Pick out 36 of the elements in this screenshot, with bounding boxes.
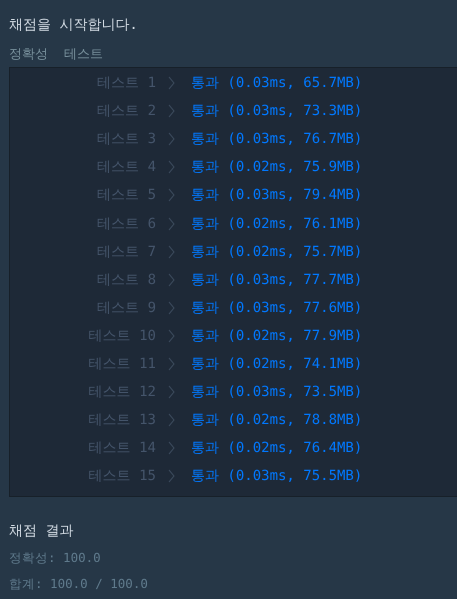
chevron-icon [168, 413, 175, 428]
test-result: 통과 (0.03ms, 73.3MB) [191, 102, 362, 120]
chevron-icon [168, 188, 175, 202]
test-result: 통과 (0.02ms, 76.4MB) [191, 439, 362, 458]
summary-line: 합계: 100.0 / 100.0 [9, 575, 149, 594]
test-result: 통과 (0.02ms, 78.8MB) [191, 411, 362, 430]
test-result: 통과 (0.03ms, 65.7MB) [191, 74, 362, 92]
chevron-icon [168, 328, 175, 343]
chevron-icon [168, 76, 175, 90]
chevron-icon [168, 244, 175, 259]
chevron-icon [168, 160, 175, 174]
test-result: 통과 (0.02ms, 74.1MB) [191, 354, 362, 373]
test-result: 통과 (0.02ms, 75.7MB) [191, 242, 362, 261]
chevron-icon [168, 104, 175, 118]
chevron-icon [168, 216, 175, 231]
tab[interactable]: 테스트 [64, 46, 103, 64]
chevron-icon [168, 385, 175, 400]
chevron-icon [168, 356, 175, 371]
test-result: 통과 (0.03ms, 79.4MB) [191, 186, 362, 204]
test-result: 통과 (0.02ms, 75.9MB) [191, 158, 362, 176]
test-result: 통과 (0.02ms, 76.1MB) [191, 214, 362, 233]
chevron-icon [168, 272, 175, 287]
chevron-icon [168, 132, 175, 146]
summary-line: 정확성: 100.0 [9, 549, 102, 568]
summary-title: 채점 결과 [9, 522, 74, 542]
test-result: 통과 (0.03ms, 77.7MB) [191, 270, 362, 289]
status-heading: 채점을 시작합니다. [9, 16, 139, 35]
chevron-icon [168, 441, 175, 456]
chevron-icon [168, 300, 175, 315]
test-result: 통과 (0.03ms, 75.5MB) [191, 467, 362, 486]
test-result: 통과 (0.03ms, 73.5MB) [191, 383, 362, 402]
chevron-icon [168, 469, 175, 484]
test-result: 통과 (0.03ms, 76.7MB) [191, 130, 362, 148]
tab[interactable]: 정확성 [9, 46, 48, 64]
test-result: 통과 (0.02ms, 77.9MB) [191, 326, 362, 345]
test-result: 통과 (0.03ms, 77.6MB) [191, 298, 362, 317]
